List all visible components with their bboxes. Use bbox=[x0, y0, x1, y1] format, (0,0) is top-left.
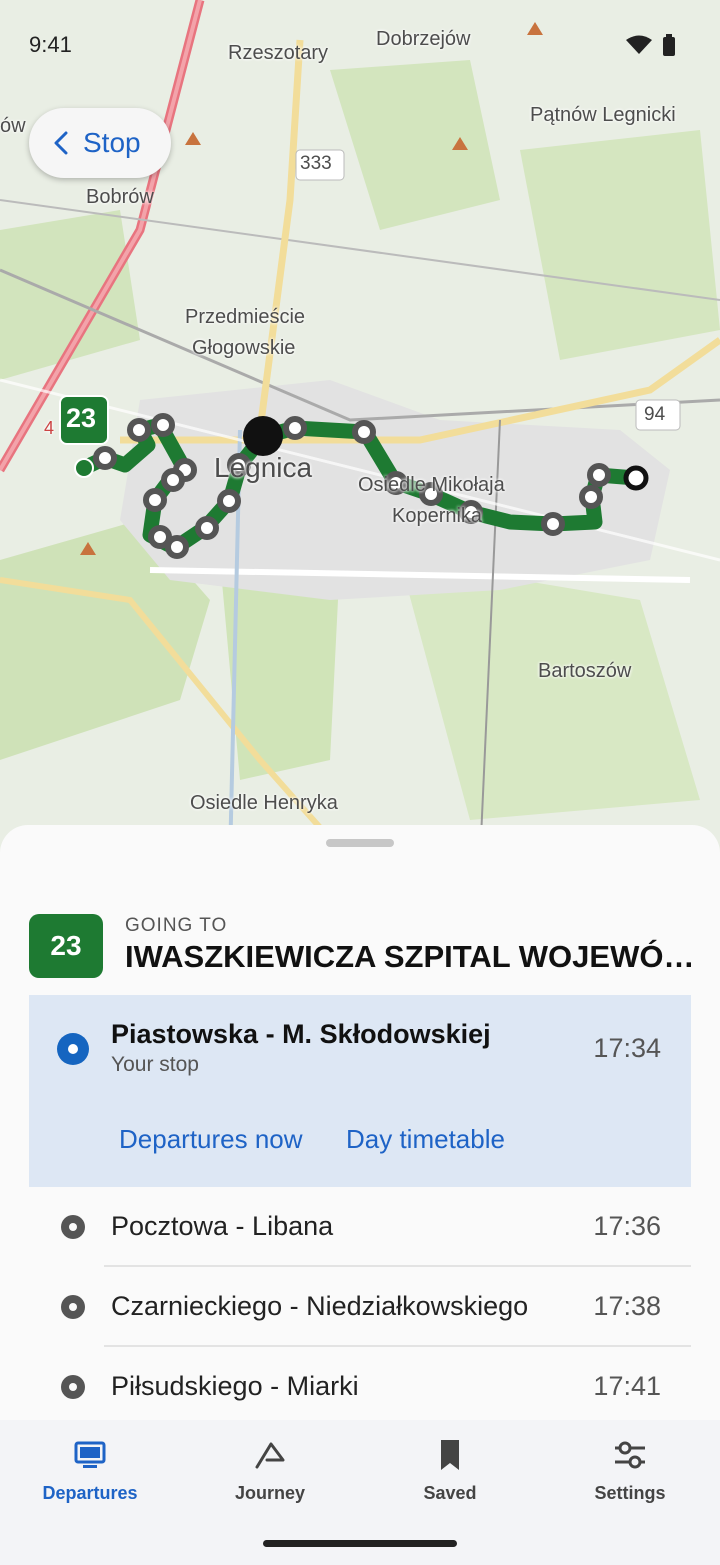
route-arrow-icon bbox=[253, 1437, 287, 1473]
map-label: Bartoszów bbox=[538, 660, 632, 682]
status-icons bbox=[626, 34, 676, 56]
map-label-city: Legnica bbox=[214, 452, 313, 483]
stop-time: 17:38 bbox=[593, 1291, 661, 1321]
map-label: Rzeszotary bbox=[228, 42, 329, 64]
nav-departures[interactable]: Departures bbox=[0, 1420, 180, 1520]
bookmark-icon bbox=[439, 1437, 461, 1473]
sheet-handle[interactable] bbox=[326, 839, 394, 847]
nav-label: Departures bbox=[42, 1483, 138, 1503]
current-stop-card[interactable]: Piastowska - M. Skłodowskiej Your stop 1… bbox=[29, 995, 691, 1187]
stop-marker-icon bbox=[61, 1375, 85, 1399]
current-stop-marker-icon bbox=[57, 1033, 89, 1065]
bottom-sheet: 23 GOING TO IWASZKIEWICZA SZPITAL WOJEWÓ… bbox=[0, 825, 720, 1420]
stop-row[interactable]: Piłsudskiego - Miarki 17:41 bbox=[29, 1347, 691, 1420]
current-stop-time: 17:34 bbox=[593, 1033, 661, 1063]
map-label: Głogowskie bbox=[192, 337, 296, 359]
wifi-icon bbox=[626, 35, 652, 54]
map-label: ów bbox=[0, 115, 26, 137]
map-label: Dobrzejów bbox=[376, 28, 471, 50]
map-label: Osiedle Henryka bbox=[190, 792, 338, 814]
sliders-icon bbox=[613, 1437, 647, 1473]
stop-row[interactable]: Pocztowa - Libana 17:36 bbox=[29, 1187, 691, 1267]
stop-marker-icon bbox=[61, 1215, 85, 1239]
route-badge: 23 bbox=[29, 914, 103, 978]
chevron-left-icon bbox=[54, 131, 68, 155]
stop-name: Czarnieckiego - Niedziałkowskiego bbox=[111, 1291, 529, 1321]
stop-name: Pocztowa - Libana bbox=[111, 1211, 334, 1241]
nav-label: Journey bbox=[234, 1483, 306, 1503]
nav-label: Saved bbox=[423, 1483, 477, 1503]
current-stop-name: Piastowska - M. Skłodowskiej bbox=[111, 1019, 491, 1049]
nav-journey[interactable]: Journey bbox=[180, 1420, 360, 1520]
current-stop-subtitle: Your stop bbox=[111, 1053, 199, 1076]
map-route-badge[interactable]: 23 bbox=[66, 403, 96, 434]
map-label: Pątnów Legnicki bbox=[530, 104, 676, 126]
stop-time: 17:41 bbox=[593, 1371, 661, 1401]
monitor-icon bbox=[74, 1437, 106, 1473]
map-label: Bobrów bbox=[86, 186, 154, 208]
map-label: Kopernika bbox=[392, 505, 483, 527]
stop-name: Piłsudskiego - Miarki bbox=[111, 1371, 359, 1401]
stop-time: 17:36 bbox=[593, 1211, 661, 1241]
stop-row[interactable]: Czarnieckiego - Niedziałkowskiego 17:38 bbox=[29, 1267, 691, 1347]
road-label: 4 bbox=[44, 418, 55, 438]
nav-saved[interactable]: Saved bbox=[360, 1420, 540, 1520]
road-shield-label: 94 bbox=[644, 404, 666, 425]
destination-title: IWASZKIEWICZA SZPITAL WOJEWÓDZKI bbox=[125, 939, 695, 974]
map-label: Przedmieście bbox=[185, 306, 306, 328]
departures-now-link[interactable]: Departures now bbox=[119, 1124, 303, 1155]
going-to-label: GOING TO bbox=[125, 915, 228, 936]
day-timetable-link[interactable]: Day timetable bbox=[346, 1124, 505, 1155]
nav-label: Settings bbox=[594, 1483, 666, 1503]
back-label: Stop bbox=[83, 127, 141, 158]
home-indicator[interactable] bbox=[263, 1540, 457, 1547]
map-label: Osiedle Mikołaja bbox=[358, 474, 505, 496]
status-time: 9:41 bbox=[29, 32, 72, 57]
nav-settings[interactable]: Settings bbox=[540, 1420, 720, 1520]
back-button[interactable]: Stop bbox=[29, 108, 171, 178]
battery-icon bbox=[663, 34, 675, 56]
stop-marker-icon bbox=[61, 1295, 85, 1319]
road-shield-label: 333 bbox=[300, 153, 332, 174]
